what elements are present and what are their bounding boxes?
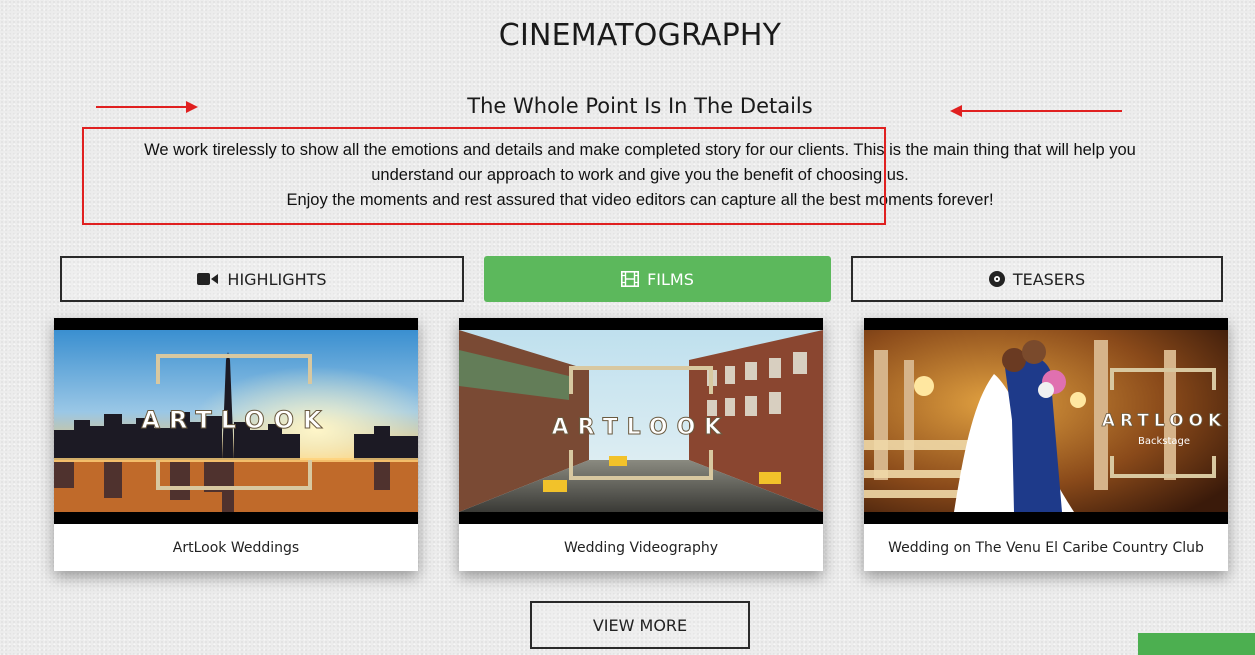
svg-text:ARTLOOK: ARTLOOK [552,415,731,440]
video-title[interactable]: Wedding Videography [459,524,823,571]
disc-icon [988,271,1005,287]
section-title: CINEMATOGRAPHY [498,18,782,53]
svg-text:ARTLOOK: ARTLOOK [1102,411,1226,431]
tab-teasers[interactable]: TEASERS [851,256,1223,302]
video-title[interactable]: Wedding on The Venu El Caribe Country Cl… [864,524,1228,571]
svg-text:ARTLOOK: ARTLOOK [141,406,330,434]
tab-highlights[interactable]: HIGHLIGHTS [60,256,464,302]
video-thumbnail[interactable]: ARTLOOK [54,318,418,524]
video-card[interactable]: ARTLOOK ArtLook Weddings [54,318,418,571]
video-title[interactable]: ArtLook Weddings [54,524,418,571]
tab-films[interactable]: FILMS [484,256,831,302]
tab-label: FILMS [647,269,694,289]
tab-label: TEASERS [1012,269,1086,289]
video-card[interactable]: ARTLOOK Backstage Wedding on The Venu El… [864,318,1228,571]
video-thumbnail[interactable]: ARTLOOK [459,318,823,524]
annotation-highlight-box [82,127,886,225]
film-icon [621,271,640,287]
video-thumbnail[interactable]: ARTLOOK Backstage [864,318,1228,524]
video-card[interactable]: ARTLOOK Wedding Videography [459,318,823,571]
section-subtitle: The Whole Point Is In The Details [467,94,813,118]
svg-text:Backstage: Backstage [1138,436,1190,447]
corner-action-button[interactable] [1138,633,1255,655]
video-camera-icon [197,273,219,285]
view-more-button[interactable]: VIEW MORE [530,601,750,649]
tab-label: HIGHLIGHTS [227,269,327,289]
annotation-arrow-left [950,105,1122,117]
